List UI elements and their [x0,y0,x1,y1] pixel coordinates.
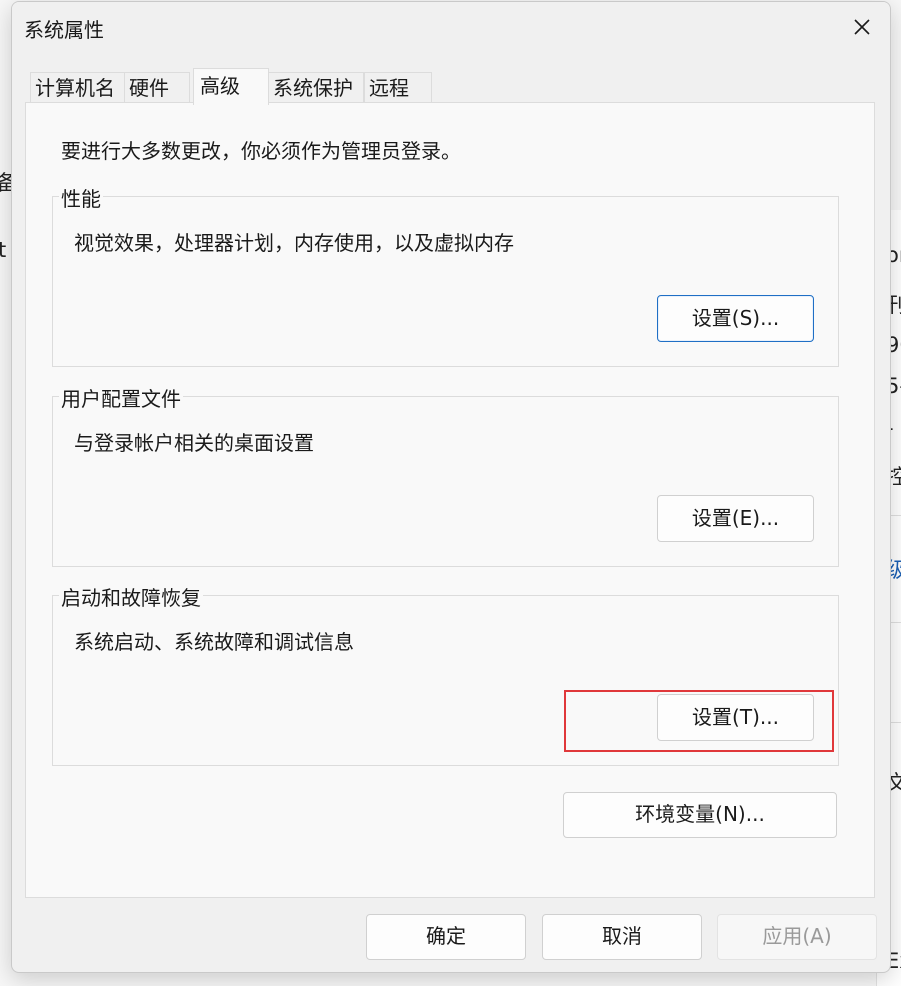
system-properties-dialog: 系统属性 计算机名 硬件 高级 系统保护 远程 要进行大多数更改，你必须作为管理… [11,1,891,973]
startup-recovery-settings-button[interactable]: 设置(T)... [657,694,814,741]
cancel-button[interactable]: 取消 [542,914,702,960]
tab-system-protection[interactable]: 系统保护 [268,72,364,104]
close-button[interactable] [848,13,876,41]
background-text: t [0,238,7,262]
group-description: 视觉效果，处理器计划，内存使用，以及虚拟内存 [74,231,514,255]
user-profiles-group: 用户配置文件 与登录帐户相关的桌面设置 设置(E)... [52,383,839,567]
dialog-title: 系统属性 [24,18,104,42]
startup-recovery-group: 启动和故障恢复 系统启动、系统故障和调试信息 设置(T)... [52,582,839,766]
close-icon [854,19,870,35]
apply-button[interactable]: 应用(A) [717,914,877,960]
tab-remote[interactable]: 远程 [364,72,432,104]
advanced-tab-panel: 要进行大多数更改，你必须作为管理员登录。 性能 视觉效果，处理器计划，内存使用，… [25,102,875,898]
tab-hardware[interactable]: 硬件 [124,72,190,104]
group-title: 启动和故障恢复 [59,582,203,611]
group-description: 与登录帐户相关的桌面设置 [74,431,314,455]
group-description: 系统启动、系统故障和调试信息 [74,630,354,654]
tab-computer-name[interactable]: 计算机名 [30,72,128,104]
environment-variables-button[interactable]: 环境变量(N)... [563,792,837,838]
ok-button[interactable]: 确定 [366,914,526,960]
performance-settings-button[interactable]: 设置(S)... [657,295,814,342]
tab-advanced[interactable]: 高级 [193,68,269,105]
group-title: 用户配置文件 [59,383,183,412]
user-profiles-settings-button[interactable]: 设置(E)... [657,495,814,542]
group-title: 性能 [59,183,103,212]
title-bar: 系统属性 [12,2,890,52]
admin-note: 要进行大多数更改，你必须作为管理员登录。 [61,139,461,163]
performance-group: 性能 视觉效果，处理器计划，内存使用，以及虚拟内存 设置(S)... [52,183,839,367]
